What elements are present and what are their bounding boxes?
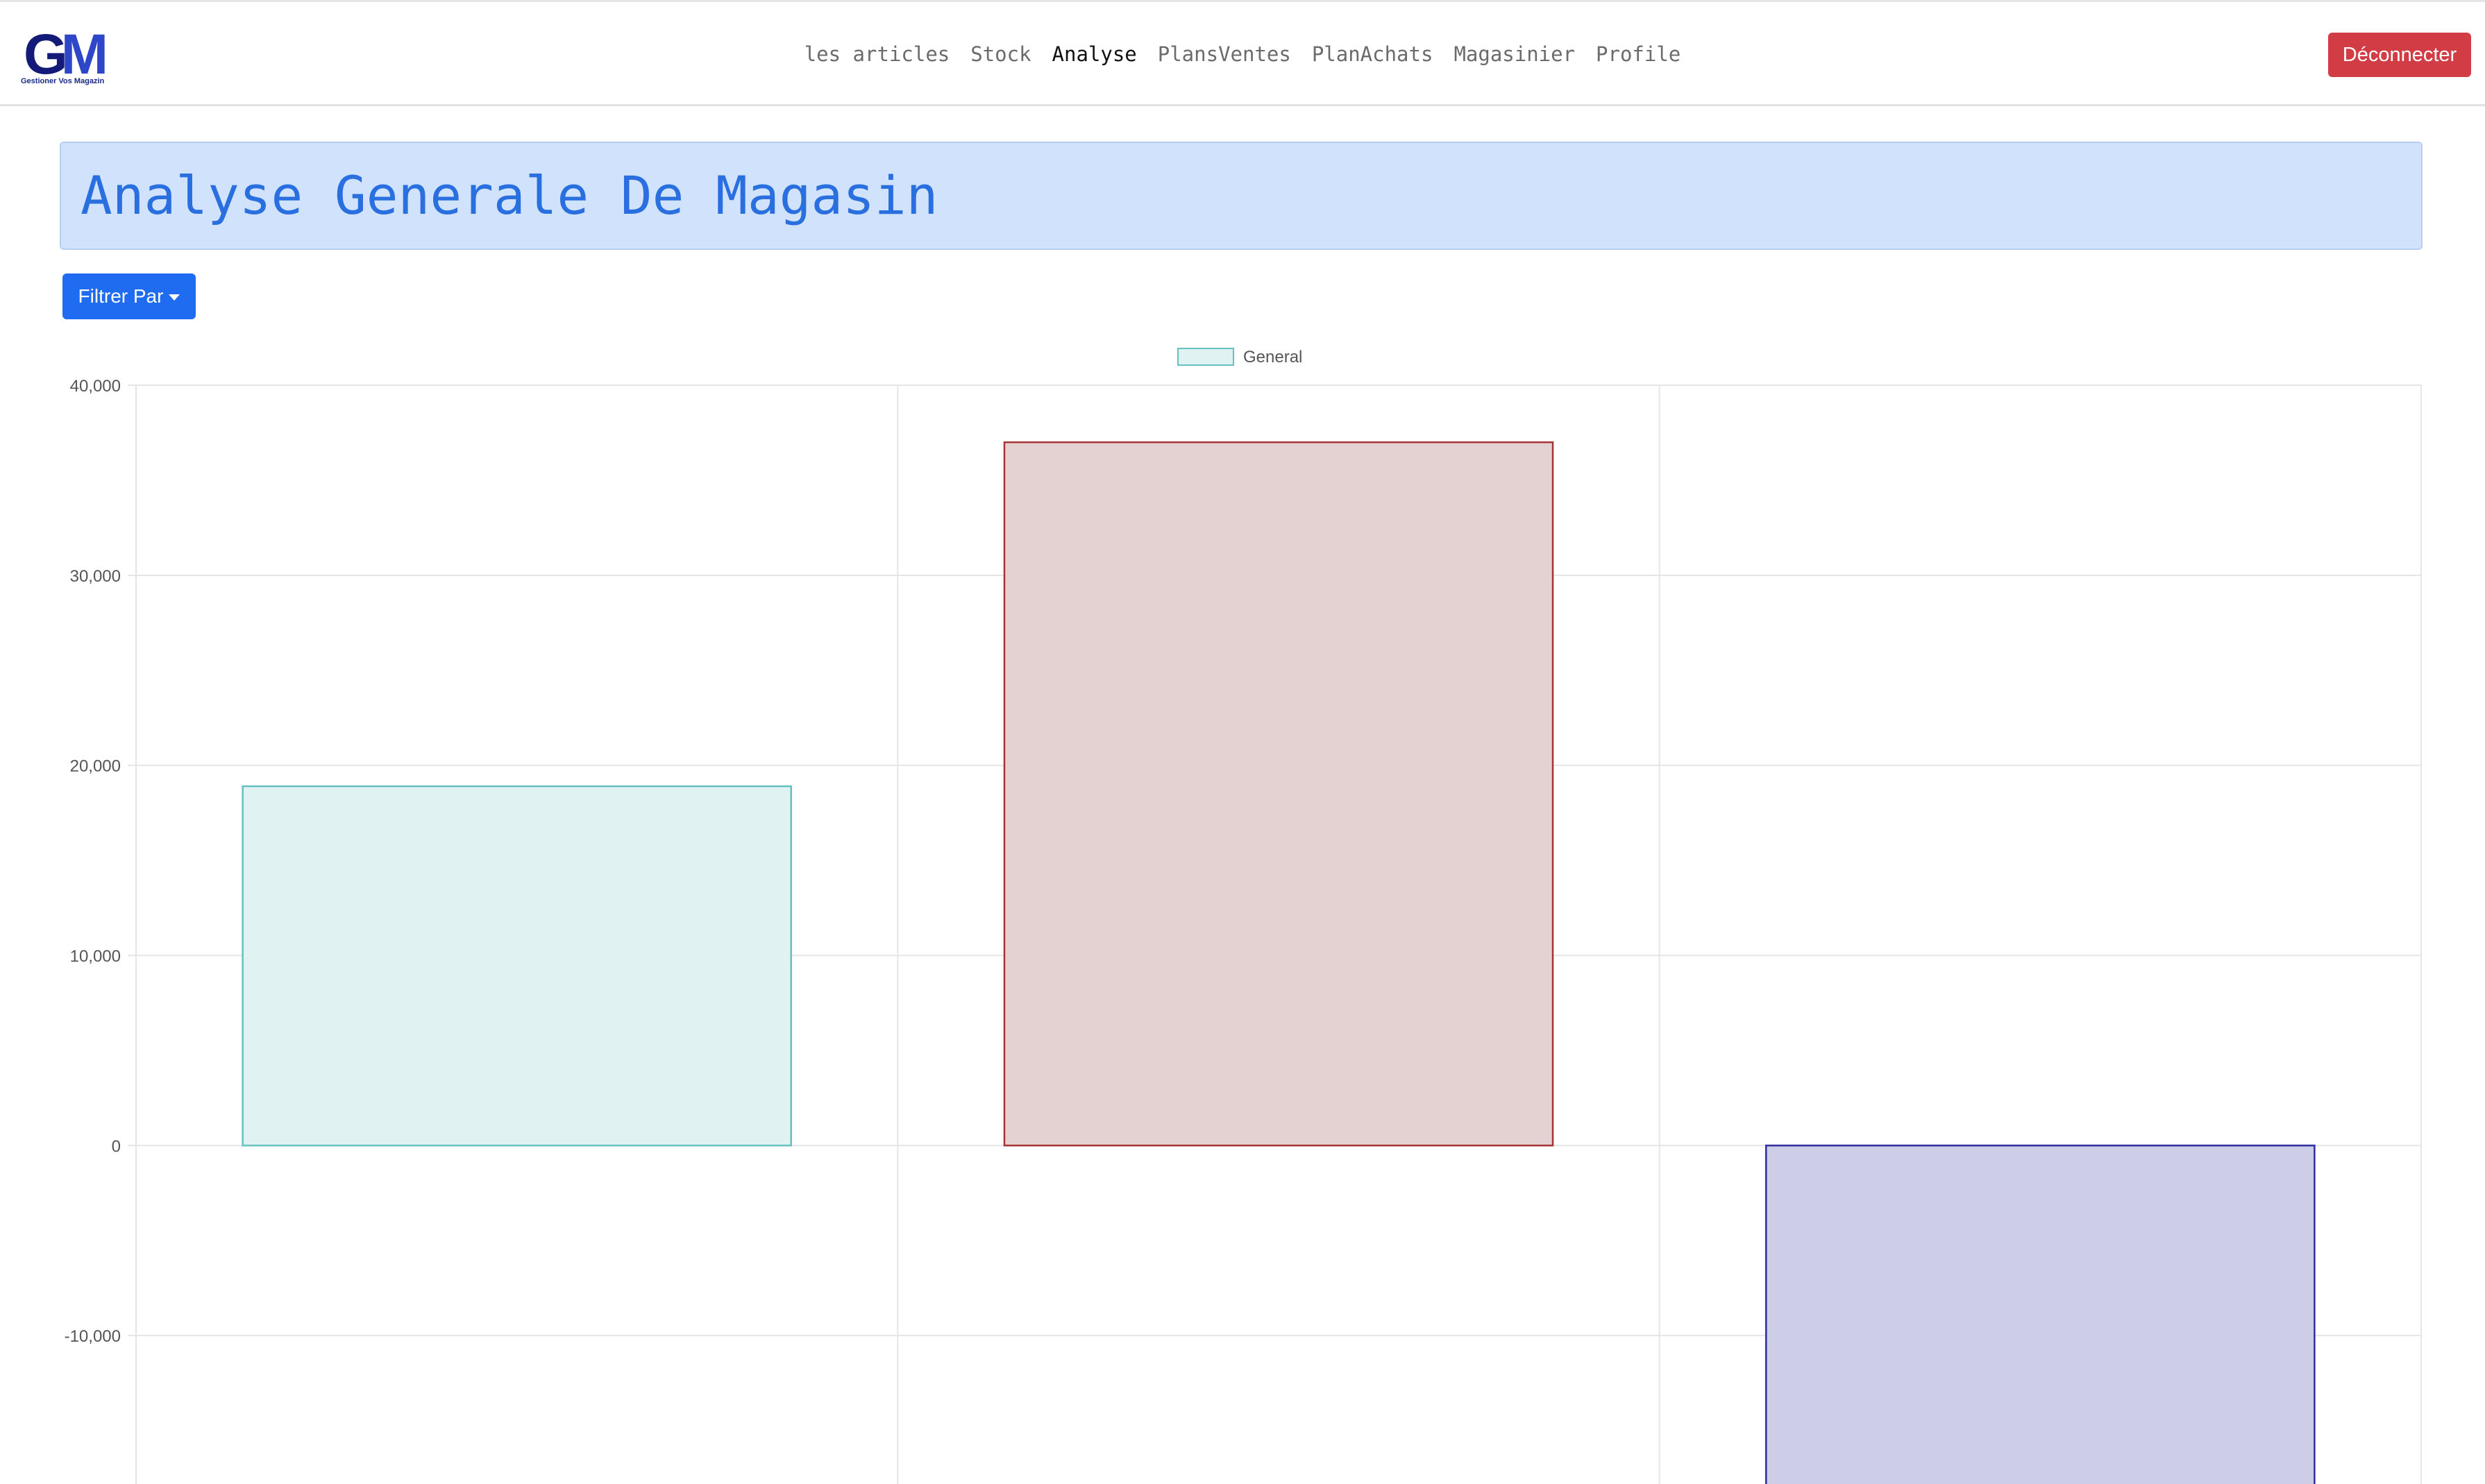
page-title: Analyse Generale De Magasin (81, 165, 938, 226)
y-tick-label: 0 (112, 1137, 121, 1156)
y-tick-label: 40,000 (70, 377, 121, 396)
nav-link-les-articles[interactable]: les articles (805, 42, 950, 66)
logout-button[interactable]: Déconnecter (2328, 33, 2471, 77)
nav-link-magasinier[interactable]: Magasinier (1454, 42, 1575, 66)
chart-bar[interactable] (242, 785, 792, 1147)
nav-link-stock[interactable]: Stock (970, 42, 1031, 66)
legend-label[interactable]: General (1243, 348, 1302, 366)
chart-bar[interactable] (1003, 441, 1554, 1147)
nav-link-profile[interactable]: Profile (1596, 42, 1680, 66)
nav-link-analyse[interactable]: Analyse (1052, 42, 1137, 66)
analysis-bar-chart: 40,00030,00020,00010,0000-10,000-20,000G… (65, 348, 2422, 1484)
y-tick-label: 20,000 (70, 757, 121, 776)
y-tick-label: -10,000 (65, 1327, 121, 1346)
y-tick-label: 30,000 (70, 567, 121, 586)
filter-button-label: Filtrer Par (78, 285, 164, 307)
nav-link-planachats[interactable]: PlanAchats (1312, 42, 1433, 66)
caret-down-icon (169, 294, 180, 301)
chart-bar[interactable] (1765, 1145, 2316, 1484)
top-navbar: GM Gestioner Vos Magazin les articles Sto… (0, 0, 2485, 106)
main-nav: les articles Stock Analyse PlansVentes PlanA… (0, 2, 2485, 106)
page-title-banner: Analyse Generale De Magasin (60, 142, 2423, 250)
legend-swatch (1177, 348, 1234, 366)
filter-dropdown-button[interactable]: Filtrer Par (62, 273, 196, 319)
nav-link-plansventes[interactable]: PlansVentes (1158, 42, 1291, 66)
y-tick-label: 10,000 (70, 947, 121, 966)
